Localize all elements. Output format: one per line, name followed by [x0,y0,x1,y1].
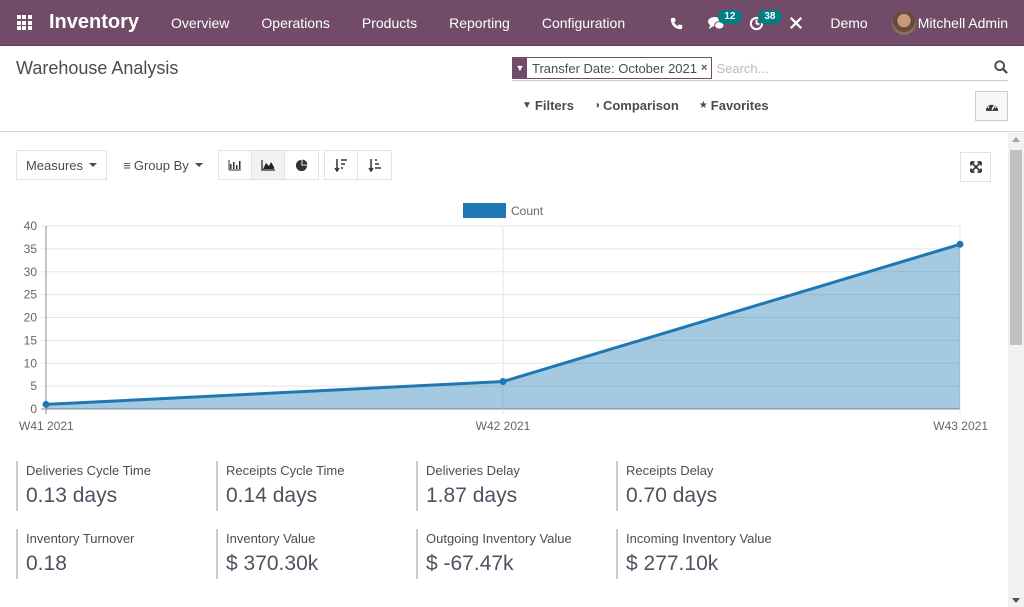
kpi-card: Deliveries Delay 1.87 days [416,461,606,511]
kpi-card: Receipts Cycle Time 0.14 days [216,461,406,511]
favorites-dropdown[interactable]: ★ Favorites [699,98,769,113]
remove-facet-button[interactable]: × [701,62,711,74]
x-tick-label: W41 2021 [19,419,74,433]
scrollbar-thumb[interactable] [1010,150,1022,345]
search-icon [994,59,1008,74]
favorites-label: Favorites [710,98,769,113]
adjust-icon: ◑ [593,100,600,111]
kpi-value: $ 277.10k [626,552,719,575]
user-name: Mitchell Admin [917,15,1008,31]
facet-label: Transfer Date: October 2021 [532,60,697,76]
search-facet: ▼ Transfer Date: October 2021 × [512,57,713,79]
y-tick-label: 20 [24,311,38,325]
kpi-label: Inventory Turnover [26,531,135,546]
menu-item-operations[interactable]: Operations [245,15,345,31]
control-panel: Warehouse Analysis ▼ Transfer Date: Octo… [0,46,1024,132]
kpi-value: 0.18 [26,552,67,575]
y-tick-label: 5 [30,379,37,393]
activities-button[interactable]: 38 [736,0,782,46]
kpi-label: Receipts Cycle Time [226,463,345,478]
kpi-card: Incoming Inventory Value $ 277.10k [616,529,806,579]
search-input[interactable] [716,60,988,76]
user-avatar [891,11,916,35]
filter-icon: ▼ [513,57,527,79]
apps-menu-button[interactable] [0,0,48,46]
graph-view: Measures ≡ Group By 0 5 10 15 20 25 30 35 40 W41 2… [0,133,1008,607]
scroll-down-arrow-icon[interactable] [1012,598,1020,603]
kpi-label: Deliveries Delay [426,463,520,478]
menu-item-overview[interactable]: Overview [155,15,245,31]
x-tick-label: W43 2021 [933,419,988,433]
search-options: ▼ Filters ◑ Comparison ★ Favorites [522,98,789,113]
kpi-label: Incoming Inventory Value [626,531,772,546]
kpi-value: 0.13 days [26,484,118,507]
y-tick-label: 35 [24,242,38,256]
star-icon: ★ [698,100,708,111]
kpi-card: Inventory Value $ 370.30k [216,529,406,579]
line-chart: 0 5 10 15 20 25 30 35 40 W41 2021 W42 2021 W43 2021… [19,203,988,433]
kpi-label: Deliveries Cycle Time [26,463,151,478]
kpi-label: Outgoing Inventory Value [426,531,572,546]
kpi-label: Receipts Delay [626,463,714,478]
y-tick-label: 25 [24,288,38,302]
vertical-scrollbar[interactable] [1008,133,1024,607]
kpi-value: $ 370.30k [226,552,319,575]
x-tick-label: W42 2021 [476,419,531,433]
phone-button[interactable] [656,0,696,46]
kpi-card: Outgoing Inventory Value $ -67.47k [416,529,606,579]
menu-item-reporting[interactable]: Reporting [433,15,526,31]
legend-swatch [463,203,506,218]
phone-icon [670,17,683,29]
systray: 12 38 Demo Mitchell Admin [656,0,1024,46]
data-point [956,240,964,248]
dashboard-view-button[interactable] [975,91,1008,121]
top-navbar: Inventory Overview Operations Products R… [0,0,1024,46]
page-title: Warehouse Analysis [16,58,179,78]
search-bar: ▼ Transfer Date: October 2021 × [512,56,1008,81]
tools-icon [790,16,803,30]
app-brand[interactable]: Inventory [49,11,139,34]
y-tick-label: 40 [24,219,38,233]
user-menu[interactable]: Mitchell Admin [891,11,1008,35]
filter-icon: ▼ [522,100,532,111]
apps-grid-icon [16,15,32,30]
data-point [42,400,50,408]
search-button[interactable] [988,59,1008,77]
messages-button[interactable]: 12 [696,0,742,46]
kpi-value: 0.14 days [226,484,318,507]
kpi-card: Deliveries Cycle Time 0.13 days [16,461,206,511]
menu-item-configuration[interactable]: Configuration [526,15,641,31]
debug-tools-button[interactable] [776,0,816,46]
comparison-dropdown[interactable]: ◑ Comparison [594,98,679,113]
legend-label: Count [511,204,544,218]
kpi-value: 0.70 days [626,484,718,507]
kpi-value: 1.87 days [426,484,518,507]
y-tick-label: 0 [30,402,37,416]
main-menu: Overview Operations Products Reporting C… [155,15,641,31]
y-tick-label: 30 [24,265,38,279]
kpi-card: Receipts Delay 0.70 days [616,461,806,511]
comparison-label: Comparison [602,98,679,113]
dashboard-icon [985,102,998,111]
kpi-label: Inventory Value [226,531,316,546]
scroll-up-arrow-icon[interactable] [1012,137,1020,142]
menu-item-products[interactable]: Products [346,15,433,31]
y-tick-label: 10 [24,356,38,370]
kpi-card: Inventory Turnover 0.18 [16,529,206,579]
kpi-value: $ -67.47k [426,552,514,575]
filters-dropdown[interactable]: ▼ Filters [522,98,574,113]
company-switcher[interactable]: Demo [830,15,867,31]
y-tick-label: 15 [24,333,38,347]
data-point [499,378,507,386]
filters-label: Filters [534,98,574,113]
